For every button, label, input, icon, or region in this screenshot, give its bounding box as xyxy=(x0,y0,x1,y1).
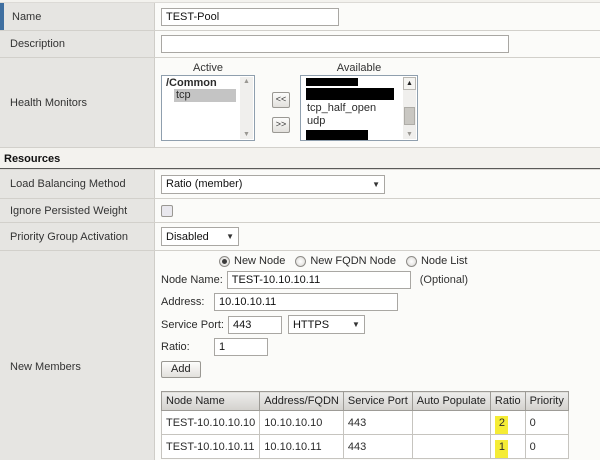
col-header-address-fqdn: Address/FQDN xyxy=(259,391,344,411)
priority-group-activation-label: Priority Group Activation xyxy=(10,230,128,243)
scroll-down-icon[interactable]: ▼ xyxy=(403,130,416,139)
service-port-label: Service Port: xyxy=(161,318,224,331)
monitor-partition-group: /Common xyxy=(166,77,217,89)
member-auto-populate xyxy=(411,410,491,435)
scroll-up-icon[interactable]: ▲ xyxy=(403,77,416,90)
health-monitors-row: Health Monitors Active /Common tcp ▲ ▼ <… xyxy=(0,58,600,148)
highlighted-ratio-value: 1 xyxy=(494,440,508,458)
active-monitor-item-tcp[interactable]: tcp xyxy=(174,89,236,102)
member-node-name: TEST-10.10.10.11 xyxy=(160,434,261,459)
active-monitors-header: Active xyxy=(193,62,223,74)
priority-group-activation-value: Disabled xyxy=(166,230,209,243)
member-auto-populate xyxy=(411,434,491,459)
service-protocol-value: HTTPS xyxy=(292,318,330,331)
ratio-label: Ratio: xyxy=(161,341,190,353)
new-node-radio-label: New Node xyxy=(234,255,286,267)
member-row[interactable]: TEST-10.10.10.10 10.10.10.10 443 2 0 xyxy=(160,410,569,435)
member-address-fqdn: 10.10.10.11 xyxy=(259,434,344,459)
ignore-persisted-weight-checkbox[interactable] xyxy=(161,204,173,217)
description-label: Description xyxy=(10,38,66,50)
ignore-persisted-weight-row: Ignore Persisted Weight xyxy=(0,199,600,223)
dropdown-arrow-icon: ▼ xyxy=(352,320,360,329)
new-fqdn-node-radio-label: New FQDN Node xyxy=(310,255,396,267)
service-protocol-select[interactable]: HTTPS ▼ xyxy=(287,315,365,334)
add-member-button[interactable]: Add xyxy=(161,361,201,378)
new-node-radio[interactable] xyxy=(219,255,230,267)
node-name-label: Node Name: xyxy=(161,274,223,286)
move-to-active-button[interactable]: << xyxy=(272,92,290,108)
ignore-persisted-weight-label: Ignore Persisted Weight xyxy=(10,204,128,217)
resources-form: Load Balancing Method Ratio (member) ▼ I… xyxy=(0,169,600,460)
col-header-node-name: Node Name xyxy=(160,391,261,411)
pool-configuration-form: Name Description Health Monitors Active … xyxy=(0,2,600,148)
available-monitor-item-udp[interactable]: udp xyxy=(305,115,415,128)
member-service-port: 443 xyxy=(342,410,413,435)
member-node-name: TEST-10.10.10.10 xyxy=(160,410,261,435)
scroll-down-icon[interactable]: ▼ xyxy=(240,130,253,139)
optional-note: (Optional) xyxy=(419,274,469,286)
service-port-input[interactable] xyxy=(227,315,282,334)
load-balancing-method-label: Load Balancing Method xyxy=(10,178,126,190)
col-header-ratio: Ratio xyxy=(489,391,526,411)
address-input[interactable] xyxy=(214,293,398,311)
description-row: Description xyxy=(0,31,600,58)
name-row: Name xyxy=(0,3,600,31)
redacted-monitor-item xyxy=(306,78,358,86)
available-monitors-listbox[interactable]: tcp_half_open udp ▲ ▼ xyxy=(300,75,418,141)
members-table: Node Name Address/FQDN Service Port Auto… xyxy=(160,391,569,459)
available-monitor-item-tcp-half-open[interactable]: tcp_half_open xyxy=(305,102,415,115)
highlighted-ratio-value: 2 xyxy=(494,416,508,434)
col-header-service-port: Service Port xyxy=(342,391,413,411)
node-list-radio-label: Node List xyxy=(420,255,468,267)
name-label-cell: Name xyxy=(0,3,155,30)
col-header-auto-populate: Auto Populate xyxy=(411,391,491,411)
col-header-priority: Priority xyxy=(524,391,569,411)
priority-group-activation-row: Priority Group Activation Disabled ▼ xyxy=(0,223,600,251)
node-list-radio[interactable] xyxy=(405,255,417,267)
member-address-fqdn: 10.10.10.10 xyxy=(259,410,344,435)
redacted-monitor-item xyxy=(306,130,368,140)
resources-section-header: Resources xyxy=(0,148,600,169)
available-monitors-header: Available xyxy=(336,62,382,74)
members-table-header-row: Node Name Address/FQDN Service Port Auto… xyxy=(160,391,569,411)
active-monitors-listbox[interactable]: /Common tcp ▲ ▼ xyxy=(161,75,255,141)
new-fqdn-node-radio[interactable] xyxy=(295,255,307,267)
new-members-row: New Members New Node New FQDN Node Node … xyxy=(0,251,600,460)
scroll-up-icon[interactable]: ▲ xyxy=(240,77,253,86)
member-ratio: 1 xyxy=(489,434,526,459)
redacted-monitor-item xyxy=(306,88,394,100)
node-name-input[interactable] xyxy=(226,271,411,289)
member-ratio: 2 xyxy=(489,410,526,435)
name-label: Name xyxy=(12,10,42,23)
member-priority: 0 xyxy=(524,410,569,435)
member-row[interactable]: TEST-10.10.10.11 10.10.10.11 443 1 0 xyxy=(160,434,569,459)
load-balancing-method-row: Load Balancing Method Ratio (member) ▼ xyxy=(0,170,600,199)
ratio-input[interactable] xyxy=(214,338,268,356)
required-field-indicator xyxy=(0,3,4,30)
name-input[interactable] xyxy=(161,7,339,26)
load-balancing-method-value: Ratio (member) xyxy=(166,178,243,190)
dropdown-arrow-icon: ▼ xyxy=(226,232,234,241)
scrollbar-thumb[interactable] xyxy=(404,107,415,125)
member-priority: 0 xyxy=(524,434,569,459)
load-balancing-method-select[interactable]: Ratio (member) ▼ xyxy=(161,174,385,194)
move-to-available-button[interactable]: >> xyxy=(272,117,290,133)
dropdown-arrow-icon: ▼ xyxy=(372,179,380,189)
priority-group-activation-select[interactable]: Disabled ▼ xyxy=(161,227,239,246)
new-members-label: New Members xyxy=(10,360,81,373)
member-service-port: 443 xyxy=(342,434,413,459)
description-input[interactable] xyxy=(161,35,509,53)
available-list-scrollbar[interactable]: ▲ ▼ xyxy=(403,77,416,139)
health-monitors-label: Health Monitors xyxy=(10,96,88,109)
member-type-radio-group: New Node New FQDN Node Node List xyxy=(219,255,594,267)
address-label: Address: xyxy=(161,296,205,308)
active-list-scrollbar[interactable]: ▲ ▼ xyxy=(240,77,253,139)
